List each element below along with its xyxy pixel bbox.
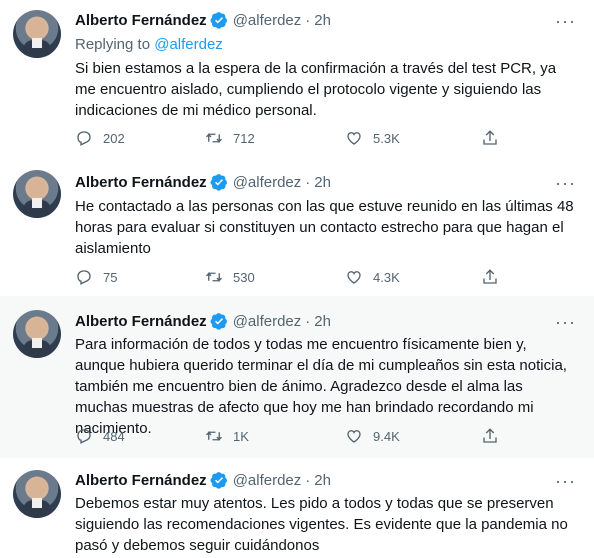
- author-name[interactable]: Alberto Fernández: [75, 174, 207, 191]
- reply-button[interactable]: 202: [75, 129, 125, 147]
- heart-icon: [347, 271, 361, 284]
- share-button[interactable]: [481, 129, 509, 147]
- author-name[interactable]: Alberto Fernández: [75, 12, 207, 29]
- heart-icon: [347, 132, 361, 145]
- share-icon: [483, 428, 497, 443]
- tweet-1[interactable]: Alberto Fernández @alferdez · 2h ··· Rep…: [0, 0, 594, 157]
- reply-button[interactable]: 484: [75, 427, 125, 445]
- replying-to: Replying to @alferdez: [75, 36, 223, 53]
- tweet-text: Debemos estar muy atentos. Les pido a to…: [75, 495, 568, 554]
- separator-dot: ·: [305, 173, 311, 191]
- more-icon[interactable]: ···: [555, 313, 576, 331]
- share-icon: [483, 130, 497, 145]
- verified-badge-icon: [210, 174, 227, 191]
- avatar[interactable]: [13, 10, 61, 58]
- share-button[interactable]: [481, 268, 509, 286]
- reply-icon: [77, 270, 91, 285]
- replying-to-link[interactable]: @alferdez: [154, 36, 223, 53]
- like-button[interactable]: 4.3K: [345, 268, 400, 286]
- tweet-text: Si bien estamos a la espera de la confir…: [75, 60, 557, 119]
- tweet-header: Alberto Fernández @alferdez · 2h: [75, 311, 331, 331]
- like-button[interactable]: 5.3K: [345, 129, 400, 147]
- retweet-button[interactable]: 712: [205, 129, 255, 147]
- tweet-header: Alberto Fernández @alferdez · 2h: [75, 470, 331, 490]
- timestamp[interactable]: 2h: [314, 174, 331, 191]
- tweet-actions: 75 530 4.3K: [75, 268, 505, 288]
- tweet-actions: 202 712 5.3K: [75, 129, 505, 149]
- reply-count: 484: [103, 428, 125, 444]
- avatar[interactable]: [13, 470, 61, 518]
- verified-badge-icon: [210, 472, 227, 489]
- retweet-icon: [206, 271, 222, 283]
- like-count: 4.3K: [373, 269, 400, 285]
- share-icon: [483, 269, 497, 284]
- tweet-3[interactable]: Alberto Fernández @alferdez · 2h ··· Par…: [0, 296, 594, 459]
- reply-count: 202: [103, 130, 125, 146]
- reply-button[interactable]: 75: [75, 268, 123, 286]
- like-count: 9.4K: [373, 428, 400, 444]
- avatar[interactable]: [13, 170, 61, 218]
- author-handle[interactable]: @alferdez: [233, 174, 302, 191]
- heart-icon: [347, 430, 361, 443]
- author-name[interactable]: Alberto Fernández: [75, 472, 207, 489]
- replying-prefix: Replying to: [75, 36, 155, 53]
- more-icon[interactable]: ···: [555, 472, 576, 490]
- verified-badge-icon: [210, 12, 227, 29]
- verified-badge-icon: [210, 313, 227, 330]
- tweet-header: Alberto Fernández @alferdez · 2h: [75, 10, 331, 30]
- tweet-2[interactable]: Alberto Fernández @alferdez · 2h ··· He …: [0, 156, 594, 297]
- avatar[interactable]: [13, 310, 61, 358]
- author-name[interactable]: Alberto Fernández: [75, 313, 207, 330]
- retweet-count: 712: [233, 130, 255, 146]
- separator-dot: ·: [305, 471, 311, 489]
- share-button[interactable]: [481, 427, 509, 445]
- retweet-count: 530: [233, 269, 255, 285]
- timestamp[interactable]: 2h: [314, 472, 331, 489]
- like-button[interactable]: 9.4K: [345, 427, 400, 445]
- reply-icon: [77, 131, 91, 146]
- author-handle[interactable]: @alferdez: [233, 472, 302, 489]
- tweet-header: Alberto Fernández @alferdez · 2h: [75, 172, 331, 192]
- retweet-icon: [206, 132, 222, 144]
- tweet-4[interactable]: Alberto Fernández @alferdez · 2h ··· Deb…: [0, 458, 594, 558]
- tweet-actions: 484 1K 9.4K: [75, 427, 505, 447]
- more-icon[interactable]: ···: [555, 174, 576, 192]
- more-icon[interactable]: ···: [555, 12, 576, 30]
- tweet-text: He contactado a las personas con las que…: [75, 198, 574, 257]
- reply-icon: [77, 429, 91, 444]
- separator-dot: ·: [305, 11, 311, 29]
- timestamp[interactable]: 2h: [314, 313, 331, 330]
- retweet-icon: [206, 430, 222, 442]
- separator-dot: ·: [305, 312, 311, 330]
- retweet-button[interactable]: 530: [205, 268, 255, 286]
- tweet-text: Para información de todos y todas me enc…: [75, 336, 567, 437]
- author-handle[interactable]: @alferdez: [233, 12, 302, 29]
- like-count: 5.3K: [373, 130, 400, 146]
- retweet-count: 1K: [233, 428, 249, 444]
- reply-count: 75: [103, 269, 118, 285]
- timestamp[interactable]: 2h: [314, 12, 331, 29]
- retweet-button[interactable]: 1K: [205, 427, 253, 445]
- author-handle[interactable]: @alferdez: [233, 313, 302, 330]
